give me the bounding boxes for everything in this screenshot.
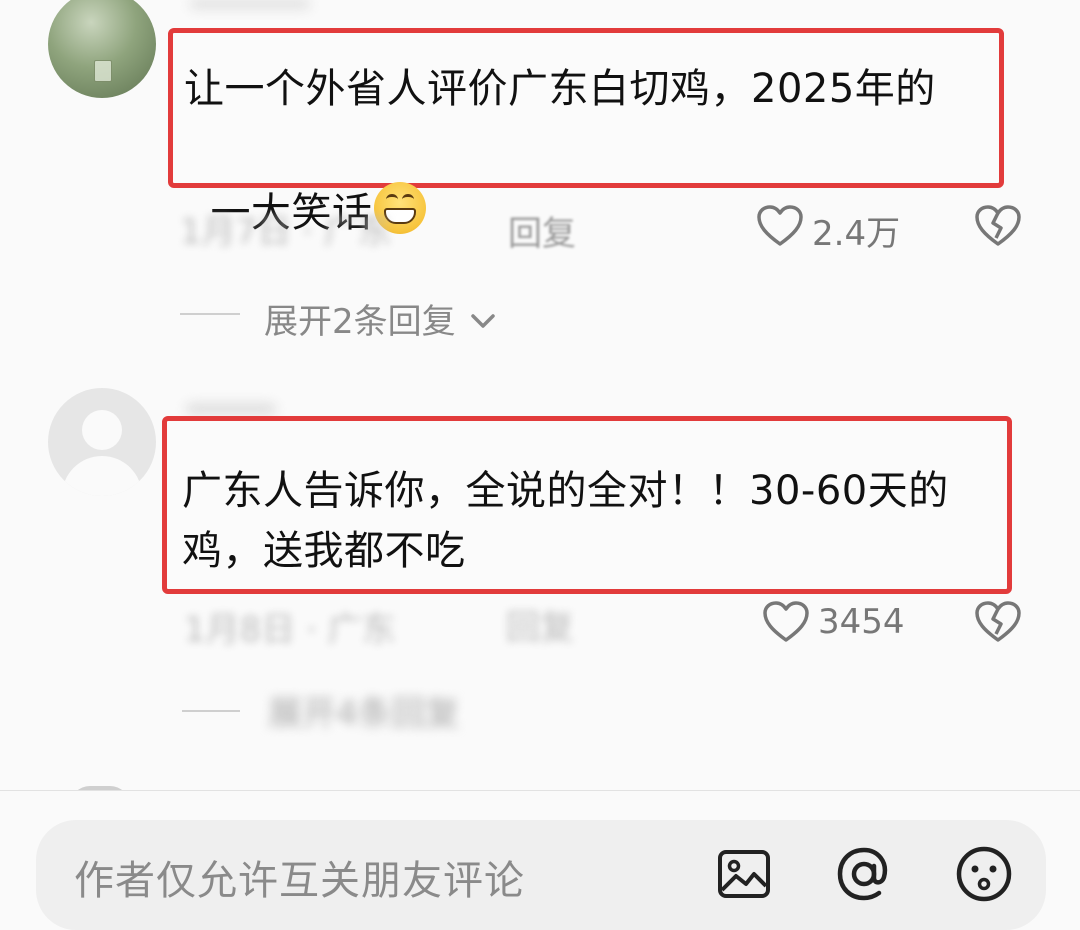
comment-text-line: 让一个外省人评价广东白切鸡，2025年的 bbox=[184, 66, 936, 112]
divider-dash bbox=[180, 313, 240, 315]
like-count: 3454 bbox=[818, 602, 905, 642]
emoji-icon[interactable] bbox=[954, 844, 1014, 904]
expand-replies-button[interactable]: 展开4条回复 bbox=[268, 686, 460, 735]
username-blurred bbox=[186, 404, 276, 414]
comment-text-line: 鸡，送我都不吃 bbox=[182, 528, 466, 574]
expand-replies-label: 展开4条回复 bbox=[268, 694, 460, 734]
comment-meta-blurred: 1月7日 · 广东 bbox=[180, 212, 392, 252]
heart-icon[interactable] bbox=[756, 204, 804, 248]
comment-input-placeholder: 作者仅允许互关朋友评论 bbox=[74, 858, 525, 904]
like-count: 2.4万 bbox=[812, 214, 901, 254]
comment-text-line: 广东人告诉你，全说的全对！！30-60天的 bbox=[182, 468, 949, 514]
dislike-broken-heart-icon[interactable] bbox=[974, 204, 1022, 248]
expand-replies-label: 展开2条回复 bbox=[264, 302, 456, 342]
expand-replies-button[interactable]: 展开2条回复 bbox=[264, 294, 496, 343]
chevron-down-icon bbox=[470, 298, 496, 338]
avatar[interactable] bbox=[48, 388, 156, 496]
reply-button[interactable]: 回复 bbox=[506, 600, 574, 649]
reply-button[interactable]: 回复 bbox=[508, 206, 576, 255]
dislike-broken-heart-icon[interactable] bbox=[974, 600, 1022, 644]
divider-dash bbox=[182, 710, 240, 712]
username-blurred bbox=[190, 0, 310, 8]
avatar[interactable] bbox=[48, 0, 156, 98]
at-icon[interactable] bbox=[834, 844, 894, 904]
heart-icon[interactable] bbox=[762, 600, 810, 644]
image-icon[interactable] bbox=[716, 846, 772, 902]
comment-meta-blurred: 1月8日 · 广东 bbox=[184, 610, 396, 650]
